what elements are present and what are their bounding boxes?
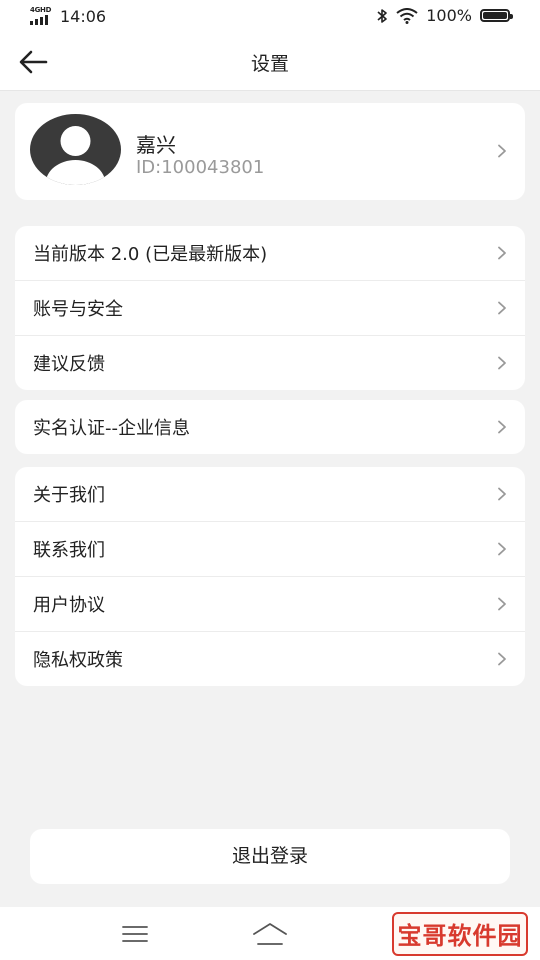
battery-fill [483,12,507,19]
settings-item-label: 实名认证--企业信息 [33,418,190,439]
network-type: 4GHD [30,5,52,14]
settings-item-label: 联系我们 [33,540,105,561]
settings-item-verification[interactable]: 实名认证--企业信息 [15,400,525,454]
settings-item-privacy-policy[interactable]: 隐私权政策 [15,632,525,686]
settings-item-label: 关于我们 [33,485,105,506]
chevron-right-icon [498,542,506,556]
chevron-right-icon [498,420,506,434]
settings-group-about: 关于我们 联系我们 用户协议 隐私权政策 [15,467,525,686]
bluetooth-icon [377,8,388,23]
watermark-logo: 宝哥软件园 [392,912,528,956]
page-title: 设置 [250,53,289,75]
chevron-right-icon [498,144,506,158]
settings-group-general: 当前版本 2.0 (已是最新版本) 账号与安全 建议反馈 [15,226,525,390]
status-right: 100% [376,6,513,25]
home-icon[interactable] [252,922,288,946]
chevron-right-icon [498,652,506,666]
settings-item-contact-us[interactable]: 联系我们 [15,522,525,577]
profile-card[interactable]: 嘉兴 ID:100043801 [15,103,525,200]
status-bar: 4GHD 14:06 100% [0,0,540,34]
chevron-right-icon [498,246,506,260]
chevron-right-icon [498,301,506,315]
settings-item-label: 账号与安全 [33,299,123,320]
nav-bar: 设置 [0,34,540,91]
settings-item-label: 建议反馈 [33,354,105,375]
user-icon [45,126,106,185]
settings-item-version[interactable]: 当前版本 2.0 (已是最新版本) [15,226,525,281]
logout-button[interactable]: 退出登录 [30,829,510,884]
signal-icon: 4GHD [30,5,54,26]
battery-percent: 100% [426,6,472,25]
settings-item-account-security[interactable]: 账号与安全 [15,281,525,336]
profile-id: ID:100043801 [136,157,265,178]
settings-item-user-agreement[interactable]: 用户协议 [15,577,525,632]
settings-item-label: 当前版本 2.0 (已是最新版本) [33,244,268,265]
status-time: 14:06 [60,7,107,26]
chevron-right-icon [498,487,506,501]
avatar [30,114,121,185]
profile-name: 嘉兴 [136,133,176,157]
chevron-right-icon [498,597,506,611]
chevron-right-icon [498,356,506,370]
battery-icon [480,9,513,22]
wifi-icon [396,7,418,24]
settings-item-label: 隐私权政策 [33,650,123,671]
settings-item-about-us[interactable]: 关于我们 [15,467,525,522]
menu-icon[interactable] [122,925,148,943]
settings-group-verification: 实名认证--企业信息 [15,400,525,454]
settings-item-label: 用户协议 [33,595,105,616]
settings-item-feedback[interactable]: 建议反馈 [15,336,525,390]
status-left: 4GHD 14:06 [30,5,107,26]
